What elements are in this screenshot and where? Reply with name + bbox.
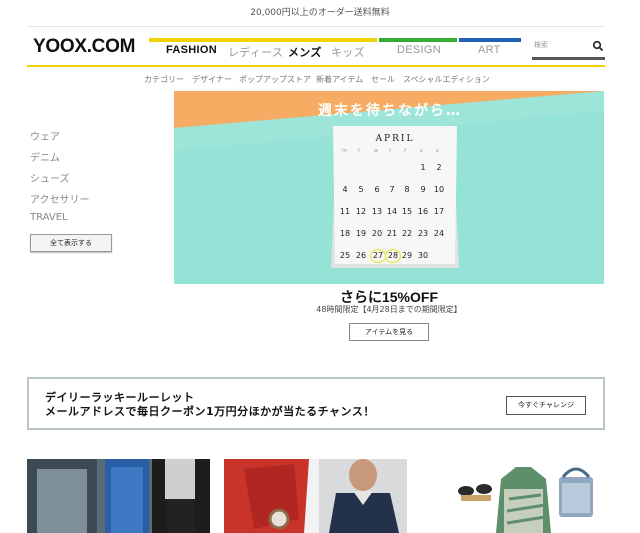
calendar-day: 8 [404, 185, 410, 194]
sidebar-item-shoes[interactable]: シューズ [30, 170, 70, 185]
subnav-category[interactable]: カテゴリー [144, 74, 184, 85]
sidebar-item-denim[interactable]: デニム [30, 149, 60, 164]
subnav-sale[interactable]: セール [371, 74, 395, 85]
product-image-1[interactable] [27, 459, 210, 533]
hero-title: 週末を待ちながら… [318, 103, 462, 119]
nav-art[interactable]: ART [478, 44, 501, 56]
nav-bar-fashion [149, 38, 377, 42]
calendar-day: 19 [355, 229, 367, 238]
subnav-new-items[interactable]: 新着アイテム [316, 74, 363, 85]
calendar-weekday: w [374, 148, 379, 154]
subnav-designer[interactable]: デザイナー [192, 74, 232, 85]
view-items-button[interactable]: アイテムを見る [349, 323, 429, 341]
calendar-day: 20 [371, 229, 383, 238]
product-image-3[interactable] [421, 459, 604, 533]
nav-bar-design [379, 38, 457, 42]
calendar-day: 2 [436, 163, 442, 172]
calendar-weekday: s [420, 148, 423, 154]
sidebar-item-accessories[interactable]: アクセサリー [30, 191, 90, 206]
calendar-day: 17 [433, 207, 445, 216]
nav-fashion[interactable]: FASHION [166, 44, 217, 56]
promo-subtitle: 48時間限定【4月28日までの期間限定】 [316, 305, 462, 314]
calendar-day: 26 [355, 251, 367, 260]
calendar-day: 15 [401, 207, 413, 216]
product-image-2[interactable] [224, 459, 407, 533]
calendar-day: 22 [401, 229, 413, 238]
calendar-weekday: t [358, 148, 360, 154]
challenge-button[interactable]: 今すぐチャレンジ [506, 396, 586, 415]
calendar-day: 12 [355, 207, 367, 216]
logo[interactable]: YOOX.COM [33, 36, 135, 58]
calendar-day: 14 [386, 207, 398, 216]
nav-mens[interactable]: メンズ [288, 44, 322, 60]
search-icon[interactable] [592, 40, 604, 52]
subnav-special[interactable]: スペシャルエディション [403, 74, 490, 85]
calendar-day: 23 [417, 229, 429, 238]
calendar-month: APRIL [375, 134, 415, 144]
calendar-illustration: APRIL m t w t f s s 1 2 4 5 6 7 8 9 10 11 12 13 14 15 16 17 18 19… [331, 126, 459, 268]
calendar-day: 13 [371, 207, 383, 216]
calendar-day: 24 [433, 229, 445, 238]
subnav-popup[interactable]: ポップアップストア [239, 74, 311, 85]
calendar-day: 1 [420, 163, 426, 172]
calendar-day: 7 [389, 185, 395, 194]
calendar-day: 10 [433, 185, 445, 194]
calendar-day: 11 [339, 207, 351, 216]
calendar-day: 21 [386, 229, 398, 238]
calendar-day: 25 [339, 251, 351, 260]
nav-bar-art [459, 38, 521, 42]
nav-design[interactable]: DESIGN [397, 44, 441, 56]
calendar-day: 29 [401, 251, 413, 260]
free-shipping-banner: 20,000円以上のオーダー送料無料 [250, 8, 390, 18]
roulette-subtitle: メールアドレスで毎日クーポン1万円分ほかが当たるチャンス！ [45, 405, 375, 418]
calendar-day: 5 [358, 185, 364, 194]
calendar-day: 9 [420, 185, 426, 194]
calendar-day: 27 [370, 249, 386, 263]
nav-ladies[interactable]: レディース [228, 44, 283, 60]
sidebar-item-wear[interactable]: ウェア [30, 128, 60, 143]
calendar-day: 28 [385, 249, 401, 263]
calendar-day: 6 [374, 185, 380, 194]
calendar-weekday: t [389, 148, 391, 154]
search-placeholder: 検索 [534, 41, 548, 49]
nav-kids[interactable]: キッズ [331, 44, 365, 60]
calendar-day: 18 [339, 229, 351, 238]
header-divider [27, 65, 605, 67]
calendar-weekday: s [436, 148, 439, 154]
calendar-weekday: f [404, 148, 406, 154]
show-all-button[interactable]: 全て表示する [30, 234, 112, 252]
sidebar-item-travel[interactable]: TRAVEL [30, 212, 68, 223]
divider [27, 26, 605, 27]
calendar-weekday: m [342, 148, 347, 154]
calendar-day: 4 [342, 185, 348, 194]
calendar-day: 30 [417, 251, 429, 260]
calendar-day: 16 [417, 207, 429, 216]
